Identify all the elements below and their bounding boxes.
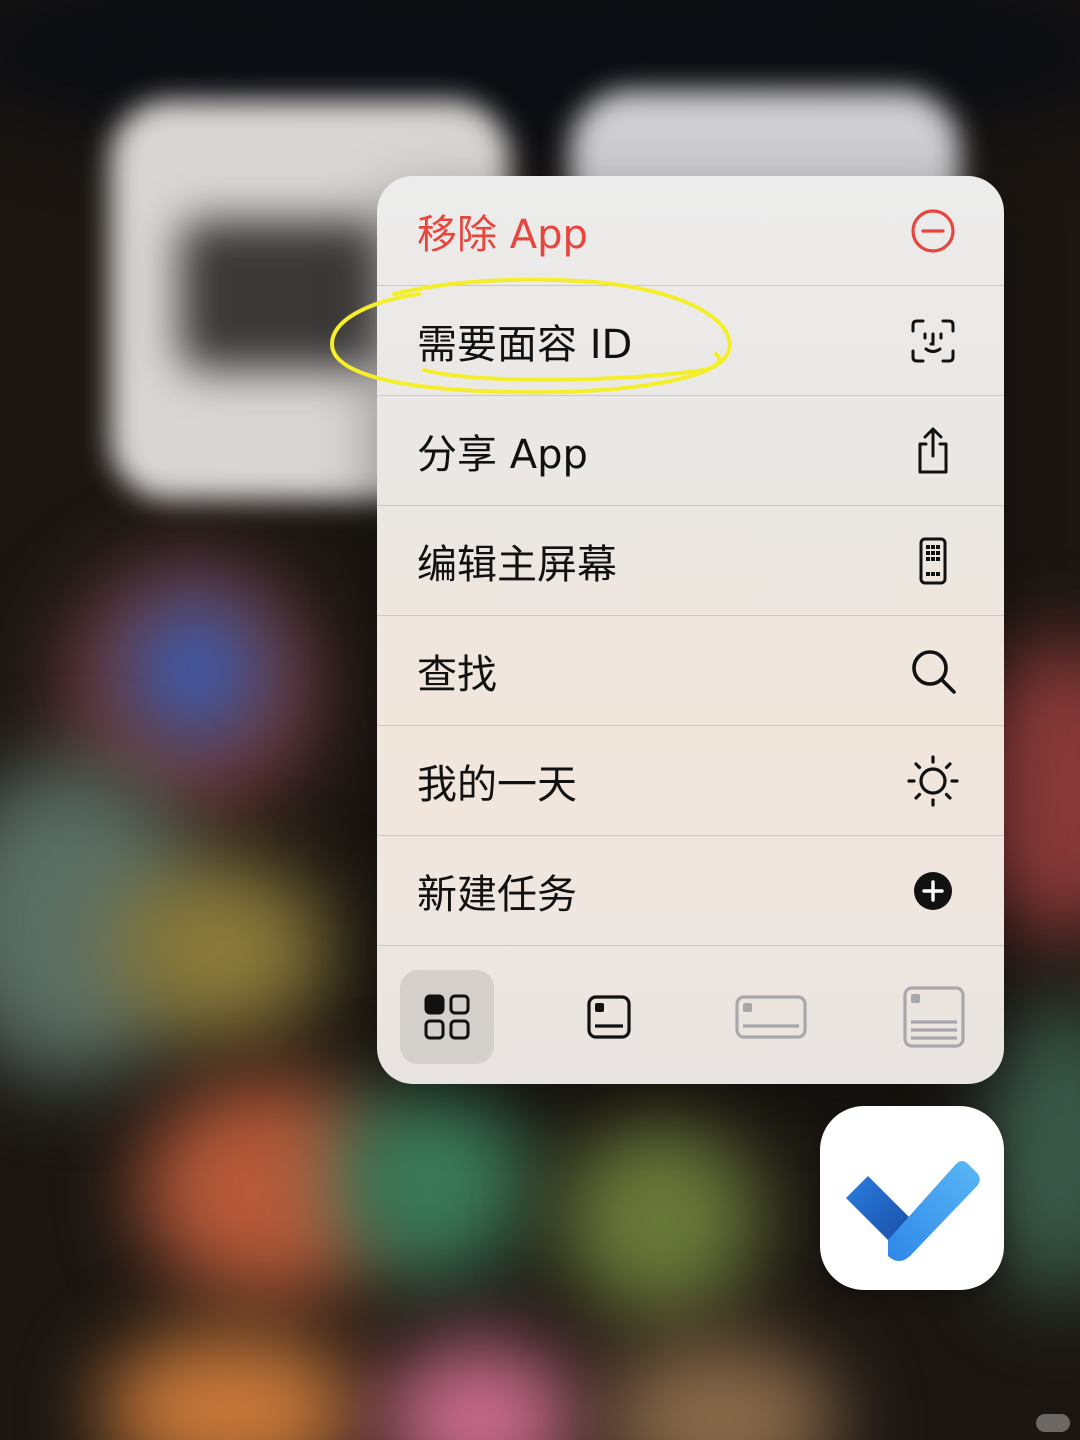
watermark-badge: [1036, 1414, 1070, 1432]
edit-home-screen-item[interactable]: 编辑主屏幕: [377, 506, 1004, 616]
remove-app-item[interactable]: 移除 App: [377, 176, 1004, 286]
search-item[interactable]: 查找: [377, 616, 1004, 726]
face-id-icon: [906, 314, 960, 368]
my-day-item[interactable]: 我的一天: [377, 726, 1004, 836]
minus-circle-icon: [906, 204, 960, 258]
microsoft-todo-app-icon[interactable]: [820, 1106, 1004, 1290]
context-menu: 移除 App 需要面容 ID 分享 App 编辑主屏幕 查找 我的一天 新建任务: [377, 176, 1004, 1084]
menu-item-label: 编辑主屏幕: [417, 541, 617, 588]
large-widget-icon: [903, 986, 965, 1048]
require-face-id-item[interactable]: 需要面容 ID: [377, 286, 1004, 396]
phone-grid-icon: [906, 534, 960, 588]
menu-item-label: 需要面容 ID: [417, 321, 633, 368]
menu-item-label: 分享 App: [417, 431, 588, 478]
new-task-item[interactable]: 新建任务: [377, 836, 1004, 946]
app-grid-icon: [424, 994, 470, 1040]
menu-item-label: 新建任务: [417, 871, 577, 918]
small-widget-size-button[interactable]: [562, 970, 656, 1064]
plus-circle-filled-icon: [906, 864, 960, 918]
sun-icon: [906, 754, 960, 808]
share-icon: [906, 424, 960, 478]
magnifier-icon: [906, 644, 960, 698]
checkmark-todo-icon: [846, 1161, 980, 1261]
medium-widget-icon: [735, 995, 807, 1039]
widget-size-bar: [377, 948, 1004, 1084]
menu-item-label: 移除 App: [417, 211, 588, 258]
menu-item-label: 查找: [417, 651, 497, 698]
large-widget-size-button[interactable]: [887, 970, 981, 1064]
app-grid-size-button[interactable]: [400, 970, 494, 1064]
medium-widget-size-button[interactable]: [724, 970, 818, 1064]
small-widget-icon: [587, 995, 631, 1039]
home-screen: 移除 App 需要面容 ID 分享 App 编辑主屏幕 查找 我的一天 新建任务: [0, 0, 1080, 1440]
share-app-item[interactable]: 分享 App: [377, 396, 1004, 506]
menu-item-label: 我的一天: [417, 761, 577, 808]
